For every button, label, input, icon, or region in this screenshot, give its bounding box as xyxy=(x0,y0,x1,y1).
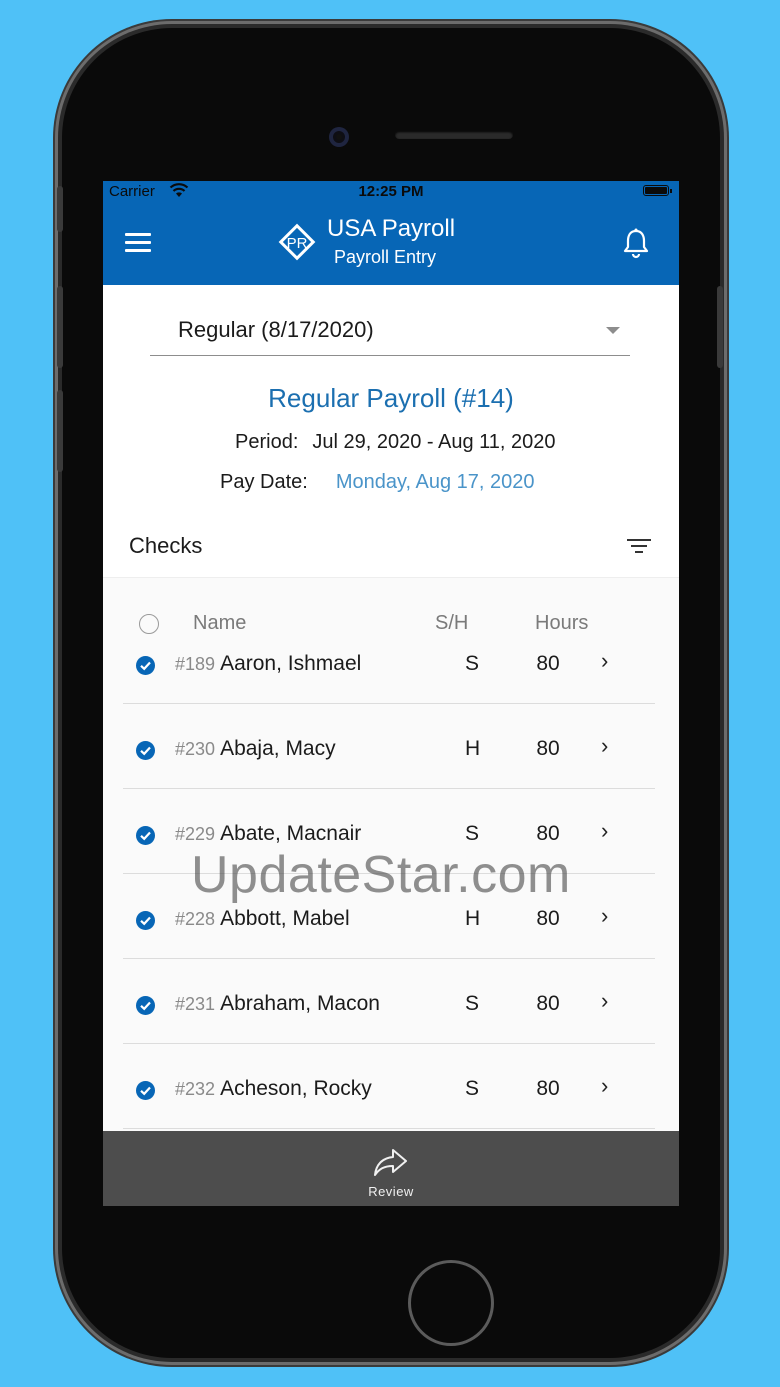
paydate-value[interactable]: Monday, Aug 17, 2020 xyxy=(336,471,535,493)
chevron-right-icon[interactable]: › xyxy=(601,818,608,844)
checks-header: Checks xyxy=(103,509,679,578)
bell-icon[interactable] xyxy=(621,227,651,259)
payroll-title: Regular Payroll (#14) xyxy=(268,383,514,413)
hours-value: 80 xyxy=(536,652,560,675)
employee-name: Aaron, Ishmael xyxy=(220,652,362,675)
table-row[interactable]: #232 Acheson, Rocky S 80 › xyxy=(123,1043,655,1129)
employee-number: #230 Abaja, Macy xyxy=(175,737,336,760)
checkmark-icon xyxy=(140,661,151,671)
battery-icon xyxy=(643,185,672,196)
row-checkbox-checked[interactable] xyxy=(136,826,155,845)
pay-type: H xyxy=(465,907,481,930)
employee-number: #231 Abraham, Macon xyxy=(175,992,380,1015)
volume-up-button xyxy=(57,286,63,368)
chevron-right-icon[interactable]: › xyxy=(601,648,608,674)
pay-type: S xyxy=(465,992,480,1015)
chevron-right-icon[interactable]: › xyxy=(601,903,608,929)
row-checkbox-checked[interactable] xyxy=(136,656,155,675)
employee-name: Abbott, Mabel xyxy=(220,907,350,930)
period-line: Period: Jul 29, 2020 - Aug 11, 2020 xyxy=(235,431,556,454)
chevron-right-icon[interactable]: › xyxy=(601,733,608,759)
employee-number: #232 Acheson, Rocky xyxy=(175,1077,372,1100)
app-screen: Carrier 12:25 PM PR USA Payroll Payroll … xyxy=(103,181,679,1206)
filter-icon[interactable] xyxy=(627,539,651,555)
hours-value: 80 xyxy=(536,737,560,760)
chevron-right-icon[interactable]: › xyxy=(601,988,608,1014)
employee-number: #229 Abate, Macnair xyxy=(175,822,362,845)
table-row[interactable]: #229 Abate, Macnair S 80 › xyxy=(123,788,655,874)
checks-list: Name S/H Hours #189 Aaron, Ishmael S 80 › #2… xyxy=(103,578,679,1206)
checkmark-icon xyxy=(140,831,151,841)
power-button xyxy=(717,286,723,368)
employee-name: Abraham, Macon xyxy=(220,992,380,1015)
checkmark-icon xyxy=(140,1001,151,1011)
checkmark-icon xyxy=(140,916,151,926)
row-checkbox-checked[interactable] xyxy=(136,911,155,930)
row-checkbox-checked[interactable] xyxy=(136,741,155,760)
app-header: PR USA Payroll Payroll Entry xyxy=(103,203,679,285)
table-row[interactable]: #230 Abaja, Macy H 80 › xyxy=(123,703,655,789)
checks-title: Checks xyxy=(129,533,203,558)
front-camera xyxy=(329,127,349,147)
pay-type: S xyxy=(465,652,480,675)
employee-name: Abate, Macnair xyxy=(220,822,362,845)
pay-type: S xyxy=(465,1077,480,1100)
bottom-toolbar: Review xyxy=(103,1131,679,1206)
row-checkbox-checked[interactable] xyxy=(136,1081,155,1100)
employee-number: #228 Abbott, Mabel xyxy=(175,907,350,930)
period-label: Period: xyxy=(235,431,299,453)
row-checkbox-checked[interactable] xyxy=(136,996,155,1015)
period-value: Jul 29, 2020 - Aug 11, 2020 xyxy=(312,431,556,453)
pay-type: H xyxy=(465,737,481,760)
app-logo: PR xyxy=(278,223,316,261)
paydate-label: Pay Date: xyxy=(220,471,308,493)
volume-down-button xyxy=(57,390,63,472)
hours-value: 80 xyxy=(536,1077,560,1100)
hours-value: 80 xyxy=(536,992,560,1015)
checkmark-icon xyxy=(140,746,151,756)
clock: 12:25 PM xyxy=(358,183,424,200)
caret-down-icon xyxy=(606,327,620,334)
app-title: USA Payroll xyxy=(327,215,456,242)
status-bar: Carrier 12:25 PM xyxy=(103,181,679,203)
payroll-select-value: Regular (8/17/2020) xyxy=(178,317,374,342)
pay-type: S xyxy=(465,822,480,845)
employee-name: Acheson, Rocky xyxy=(220,1077,372,1100)
table-row[interactable]: #231 Abraham, Macon S 80 › xyxy=(123,958,655,1044)
hours-value: 80 xyxy=(536,907,560,930)
checkmark-icon xyxy=(140,1086,151,1096)
mute-switch xyxy=(57,186,63,232)
home-button[interactable] xyxy=(408,1260,494,1346)
hamburger-menu-icon[interactable] xyxy=(125,233,151,253)
table-row[interactable]: #228 Abbott, Mabel H 80 › xyxy=(123,873,655,959)
paydate-line: Pay Date: Monday, Aug 17, 2020 xyxy=(220,471,535,494)
payroll-select[interactable]: Regular (8/17/2020) xyxy=(150,313,630,356)
hours-value: 80 xyxy=(536,822,560,845)
share-forward-icon[interactable] xyxy=(373,1147,409,1177)
earpiece-speaker xyxy=(395,131,513,139)
logo-text: PR xyxy=(287,235,308,252)
employee-number: #189 Aaron, Ishmael xyxy=(175,652,362,675)
employee-name: Abaja, Macy xyxy=(220,737,336,760)
review-label[interactable]: Review xyxy=(103,1184,679,1199)
chevron-right-icon[interactable]: › xyxy=(601,1073,608,1099)
table-row[interactable]: #189 Aaron, Ishmael S 80 › xyxy=(123,618,655,704)
page-subtitle: Payroll Entry xyxy=(334,247,437,267)
